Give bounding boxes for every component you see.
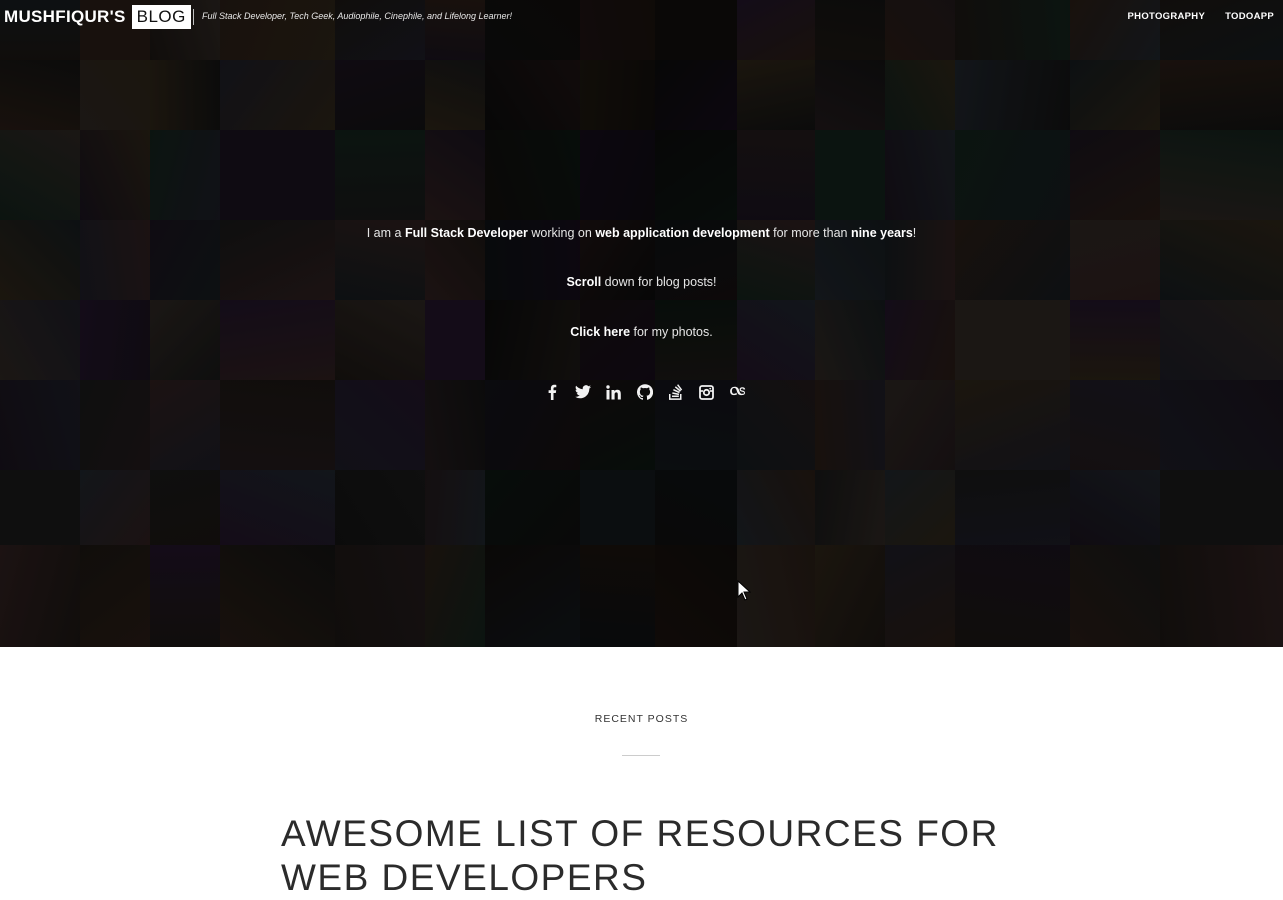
intro-text: working on xyxy=(527,226,596,240)
top-navbar: MUSHFIQUR'S BLOG Full Stack Developer, T… xyxy=(0,0,1283,34)
facebook-icon[interactable] xyxy=(536,383,567,401)
intro-highlight: nine years xyxy=(850,226,913,240)
intro-highlight: Full Stack Developer xyxy=(404,226,528,240)
hero-overlay xyxy=(0,0,1283,647)
post-title[interactable]: AWESOME LIST OF RESOURCES FOR WEB DEVELO… xyxy=(281,812,1001,900)
twitter-icon[interactable] xyxy=(567,383,598,401)
brand-blog-badge: BLOG xyxy=(131,5,191,29)
brand-name: MUSHFIQUR'S xyxy=(4,7,126,26)
github-icon[interactable] xyxy=(629,383,660,401)
main-nav: PHOTOGRAPHY TODOAPP xyxy=(1128,11,1274,22)
linkedin-icon[interactable] xyxy=(598,383,629,401)
instagram-icon[interactable] xyxy=(691,383,722,401)
intro-text: for more than xyxy=(769,226,851,240)
nav-link-todoapp[interactable]: TODOAPP xyxy=(1225,11,1274,22)
intro-text: ! xyxy=(912,226,917,240)
intro-line-photos: Click here for my photos. xyxy=(0,325,1283,339)
photos-link[interactable]: Click here xyxy=(570,325,630,339)
brand-divider xyxy=(193,9,194,25)
social-links xyxy=(536,383,753,401)
stackoverflow-icon[interactable] xyxy=(660,383,691,401)
nav-link-photography[interactable]: PHOTOGRAPHY xyxy=(1128,11,1206,22)
intro-highlight: Scroll xyxy=(566,275,602,289)
lastfm-icon[interactable] xyxy=(722,383,753,401)
intro-text: for my photos. xyxy=(630,325,713,339)
section-title-recent-posts: RECENT POSTS xyxy=(594,713,689,725)
intro-line-about: I am a Full Stack Developer working on w… xyxy=(0,226,1283,240)
intro-highlight: web application development xyxy=(595,226,770,240)
site-brand[interactable]: MUSHFIQUR'S BLOG xyxy=(4,4,191,30)
mouse-cursor-icon xyxy=(737,580,751,601)
section-divider xyxy=(622,755,660,756)
site-tagline: Full Stack Developer, Tech Geek, Audioph… xyxy=(202,11,513,21)
hero-section: MUSHFIQUR'S BLOG Full Stack Developer, T… xyxy=(0,0,1283,647)
intro-text: I am a xyxy=(366,226,405,240)
intro-line-scroll: Scroll down for blog posts! xyxy=(0,275,1283,289)
intro-text: down for blog posts! xyxy=(601,275,717,289)
